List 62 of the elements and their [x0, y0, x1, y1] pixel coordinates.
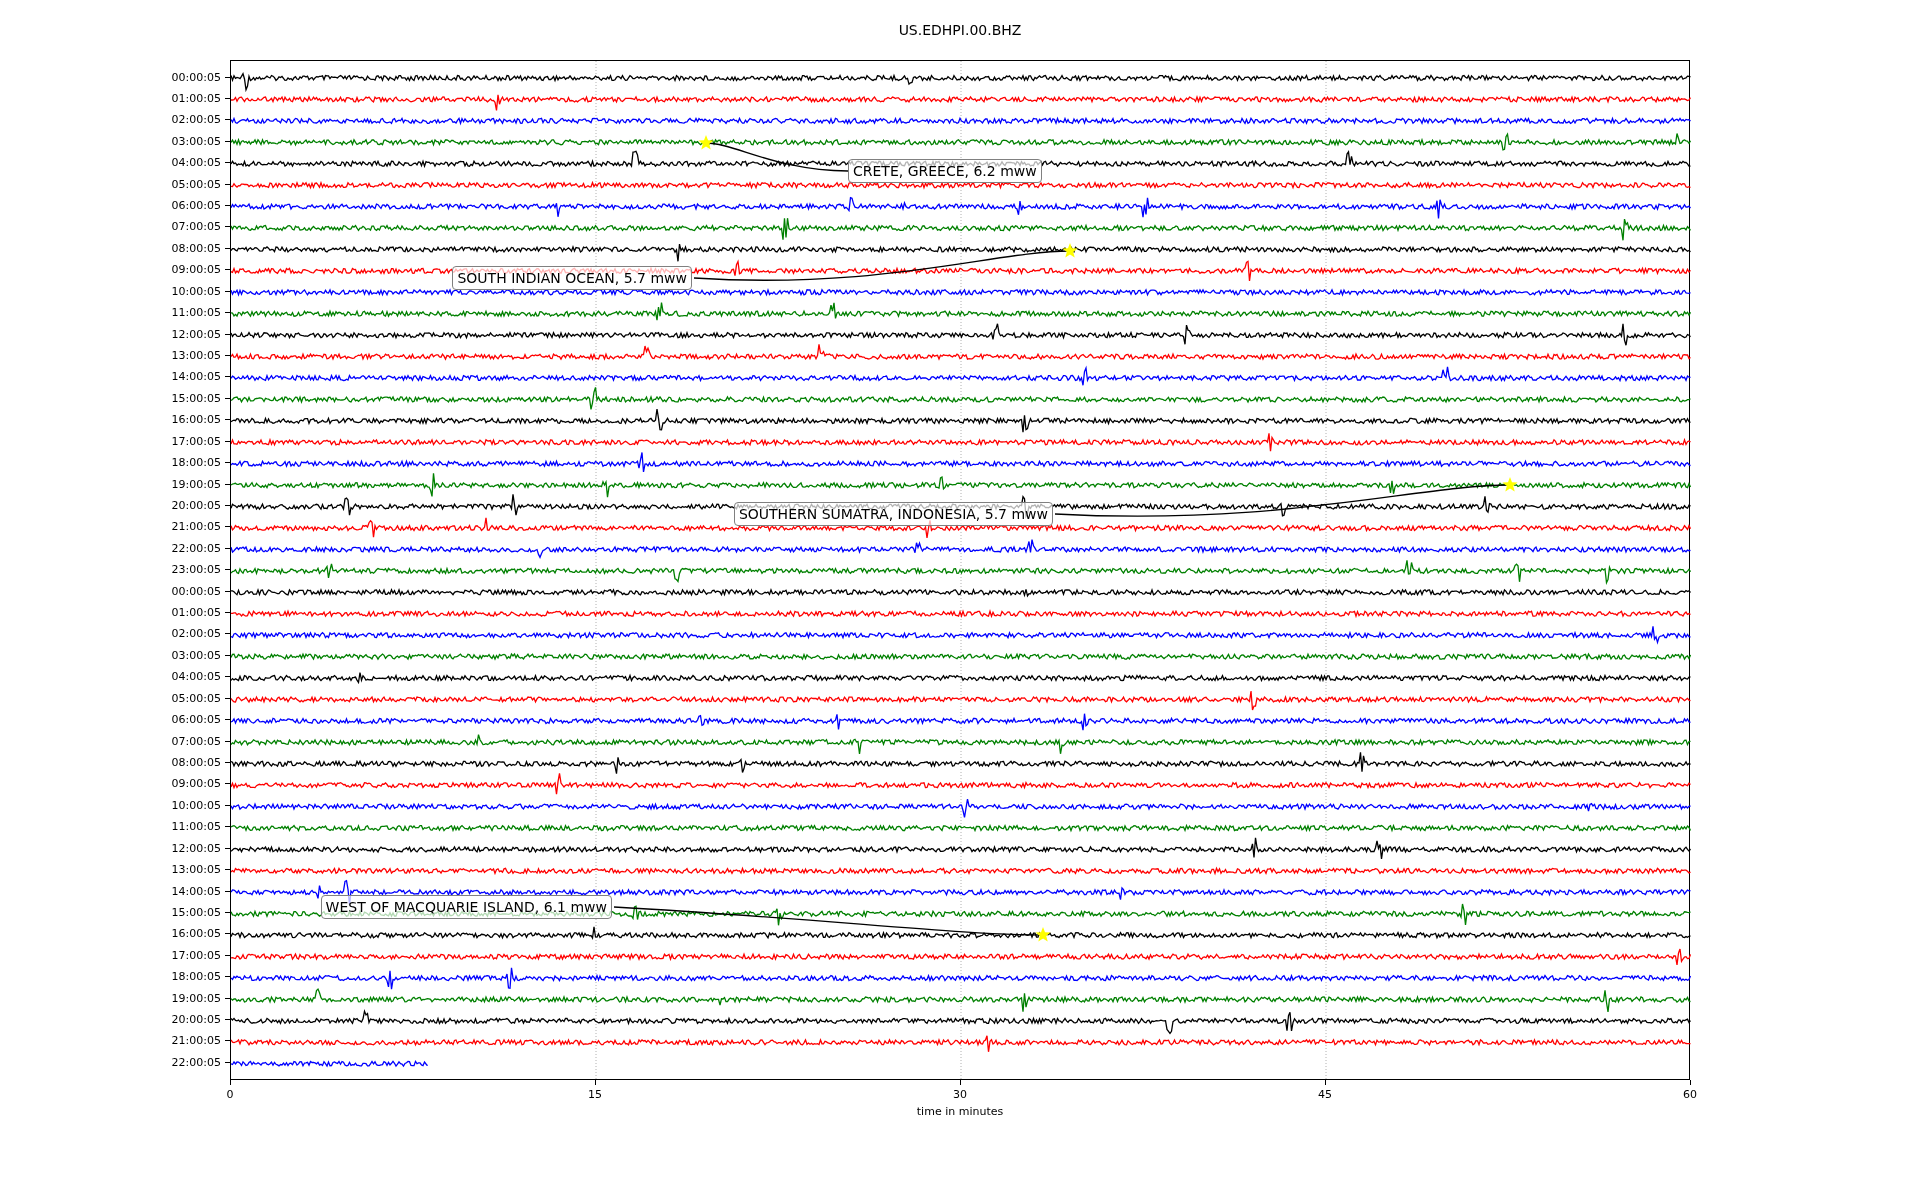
- time-label: 03:00:05: [171, 649, 221, 661]
- time-label: 14:00:05: [171, 371, 221, 383]
- time-label: 11:00:05: [171, 307, 221, 319]
- time-label: 21:00:05: [171, 1035, 221, 1047]
- event-label: SOUTHERN SUMATRA, INDONESIA, 5.7 mww: [733, 502, 1053, 526]
- time-label: 18:00:05: [171, 971, 221, 983]
- time-label: 15:00:05: [171, 906, 221, 918]
- event-label: SOUTH INDIAN OCEAN, 5.7 mww: [452, 266, 692, 290]
- time-label: 21:00:05: [171, 521, 221, 533]
- time-label: 19:00:05: [171, 992, 221, 1004]
- star-icon: [1035, 927, 1051, 942]
- time-label: 10:00:05: [171, 799, 221, 811]
- time-label: 01:00:05: [171, 92, 221, 104]
- time-label: 06:00:05: [171, 714, 221, 726]
- time-label: 13:00:05: [171, 350, 221, 361]
- time-label: 07:00:05: [171, 221, 221, 233]
- time-label: 04:00:05: [171, 157, 221, 169]
- time-label: 08:00:05: [171, 757, 221, 768]
- time-label: 11:00:05: [171, 821, 221, 833]
- event-label: WEST OF MACQUARIE ISLAND, 6.1 mww: [320, 895, 612, 919]
- time-label: 09:00:05: [171, 778, 221, 790]
- time-label: 12:00:05: [171, 842, 221, 854]
- star-icon: [698, 135, 714, 150]
- time-label: 04:00:05: [171, 671, 221, 683]
- axis-label: time in minutes: [916, 1103, 1004, 1120]
- time-label: 05:00:05: [171, 178, 221, 190]
- event-label: CRETE, GREECE, 6.2 mww: [848, 159, 1042, 183]
- time-label: 18:00:05: [171, 457, 221, 469]
- star-icon: [1062, 243, 1078, 258]
- time-label: 03:00:05: [171, 135, 221, 147]
- time-label: 14:00:05: [171, 885, 221, 897]
- time-label: 19:00:05: [171, 478, 221, 490]
- tick-label: 60: [1683, 1087, 1697, 1103]
- time-label: 10:00:05: [171, 285, 221, 297]
- time-label: 20:00:05: [171, 1014, 221, 1026]
- time-label: 23:00:05: [171, 564, 221, 576]
- time-label: 12:00:05: [171, 328, 221, 340]
- time-label: 02:00:05: [171, 114, 221, 126]
- time-label: 07:00:05: [171, 735, 221, 747]
- time-label: 02:00:05: [171, 628, 221, 640]
- time-label: 08:00:05: [171, 242, 221, 254]
- time-label: 20:00:05: [171, 499, 221, 511]
- time-label: 00:00:05: [171, 585, 221, 597]
- time-label: 09:00:05: [171, 264, 221, 276]
- time-label: 01:00:05: [171, 607, 221, 619]
- time-label: 16:00:05: [171, 414, 221, 426]
- star-icon: [1502, 477, 1518, 492]
- tick-label: 45: [1318, 1087, 1332, 1103]
- time-label: 13:00:05: [171, 864, 221, 876]
- time-label: 17:00:05: [171, 435, 221, 447]
- tick-label: 15: [588, 1087, 602, 1103]
- time-label: 22:00:05: [171, 1056, 221, 1068]
- time-label: 00:00:05: [171, 71, 221, 83]
- tick-label: 30: [953, 1087, 967, 1103]
- time-label: 15:00:05: [171, 392, 221, 404]
- time-label: 17:00:05: [171, 949, 221, 961]
- time-label: 22:00:05: [171, 542, 221, 554]
- time-label: 16:00:05: [171, 928, 221, 940]
- time-label: 05:00:05: [171, 692, 221, 704]
- plot-title: US.EDHPI.00.BHZ: [898, 20, 1022, 40]
- tick-label: 0: [226, 1087, 234, 1103]
- time-label: 06:00:05: [171, 200, 221, 212]
